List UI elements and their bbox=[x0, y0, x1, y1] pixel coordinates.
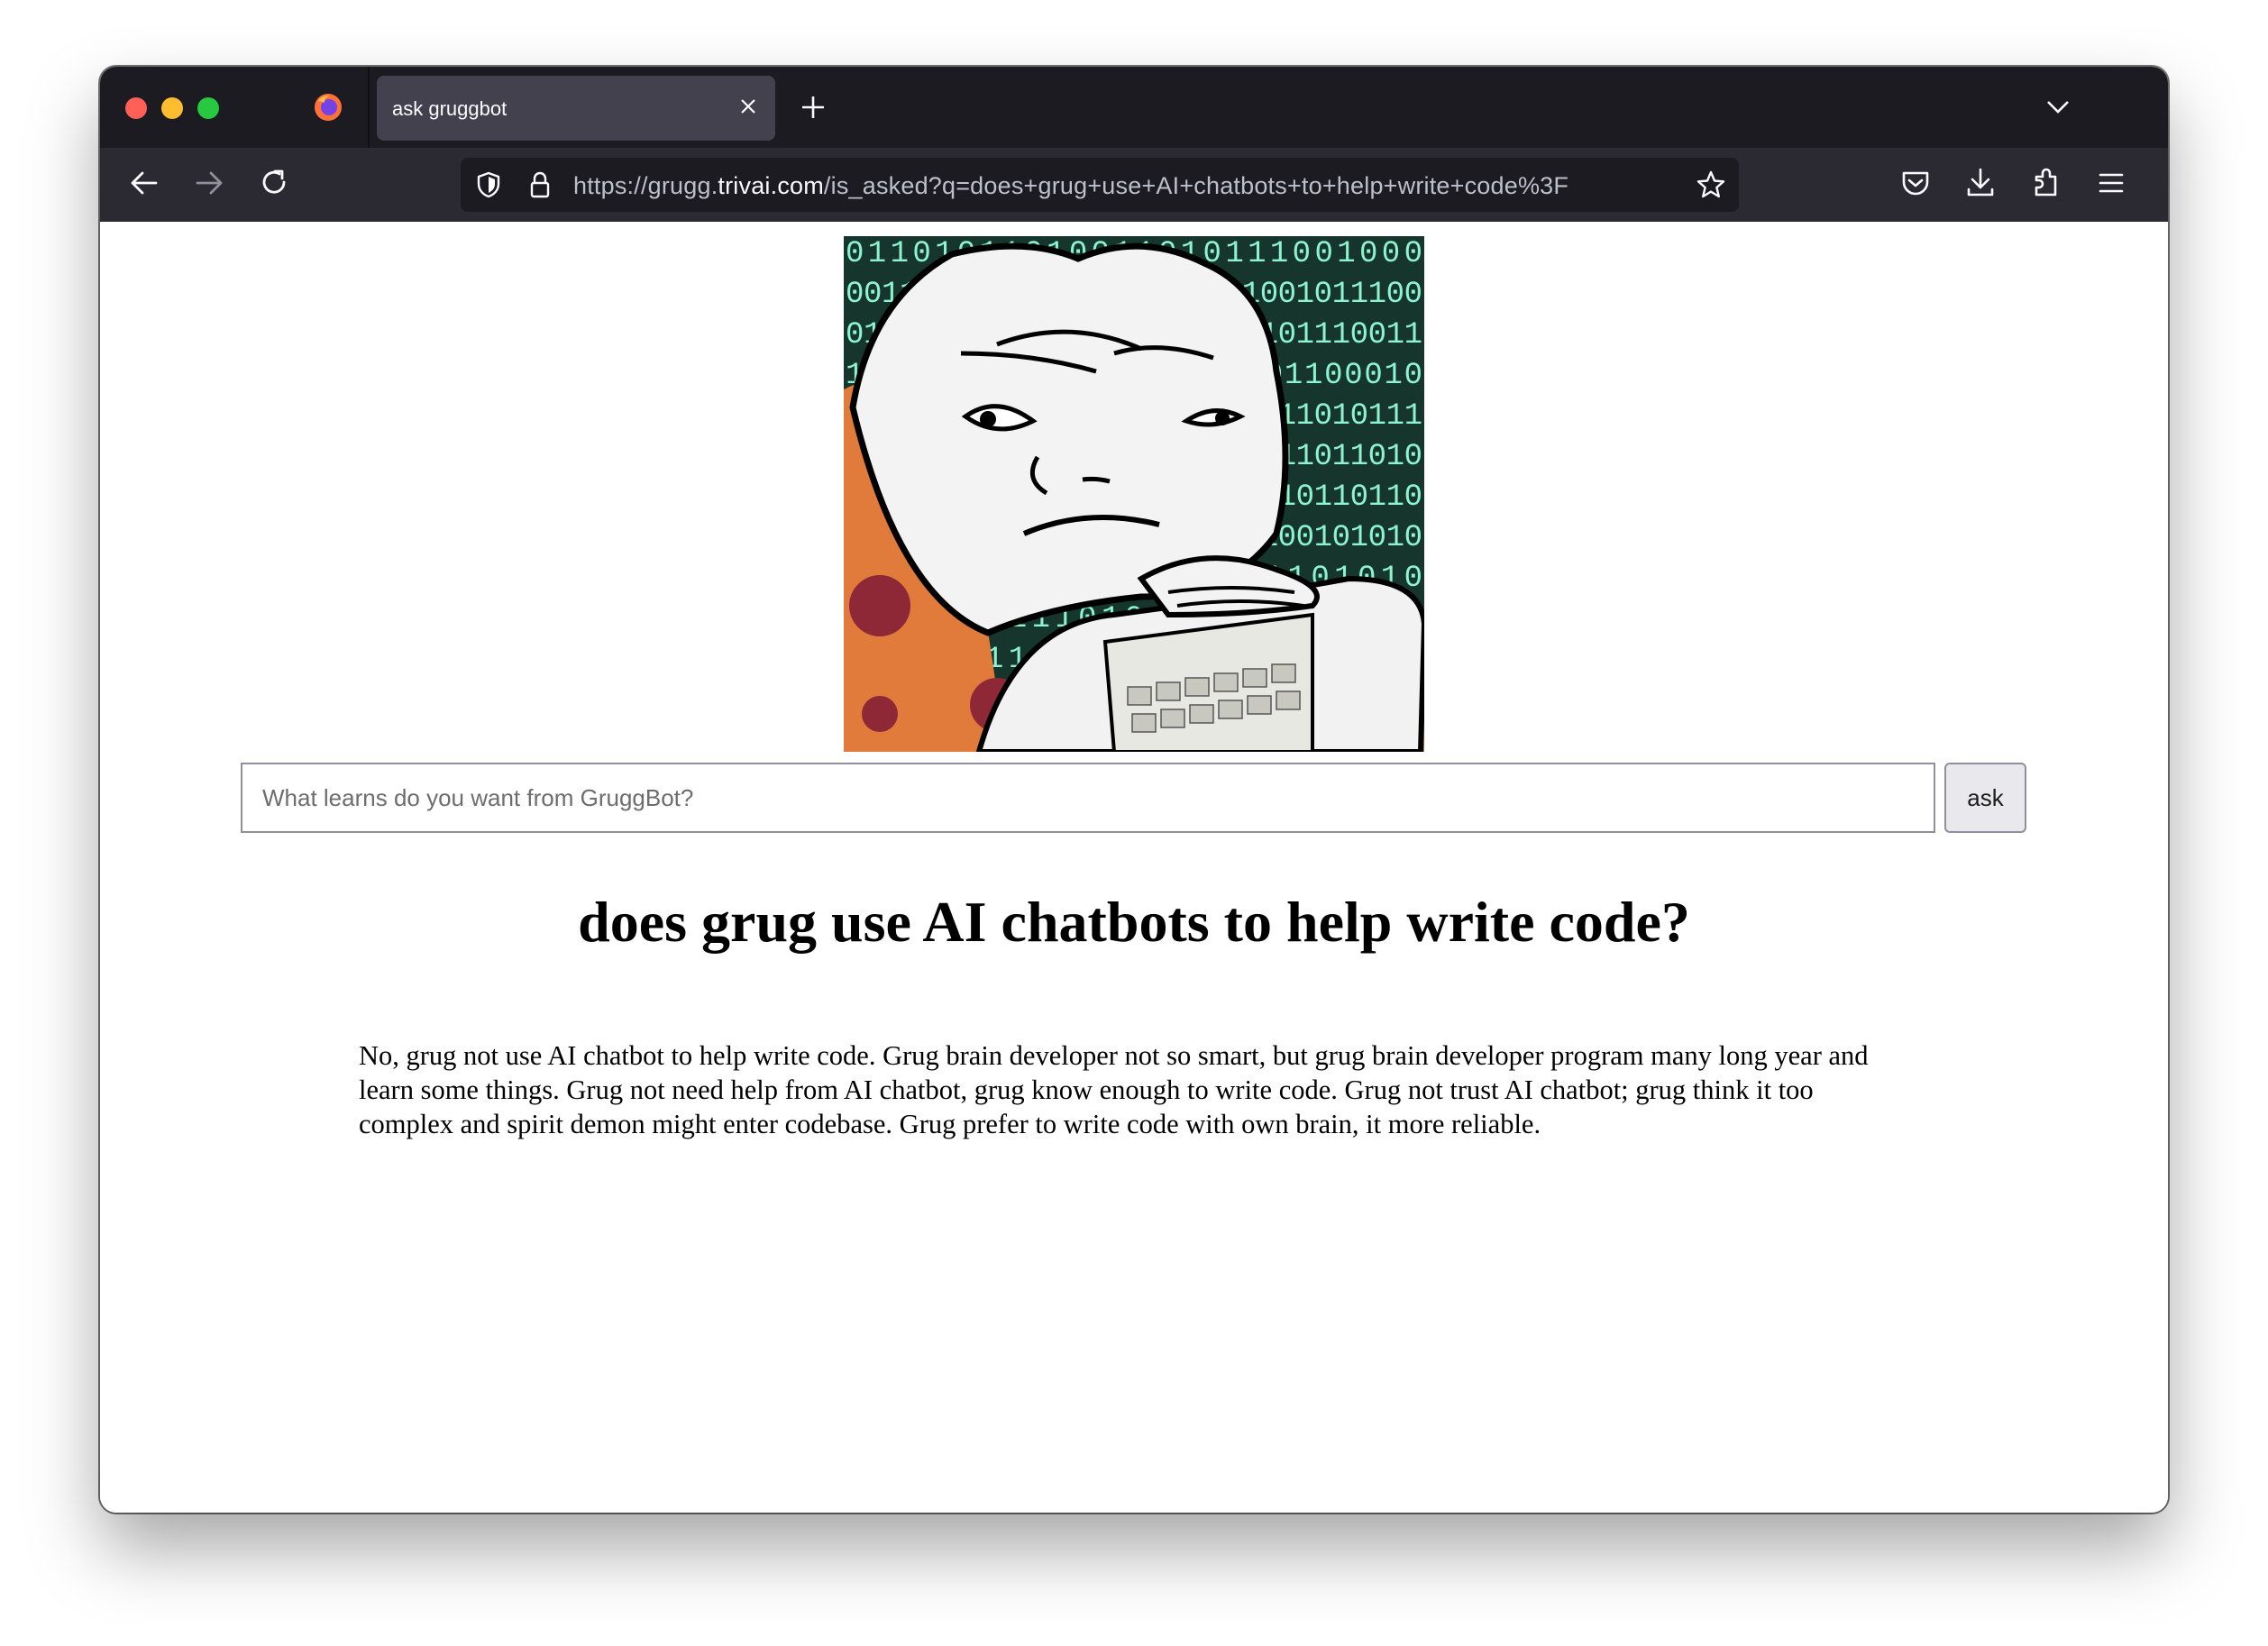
answer-text: No, grug not use AI chatbot to help writ… bbox=[359, 1040, 1869, 1139]
tab-separator bbox=[368, 67, 370, 148]
url-prefix: https://grugg. bbox=[573, 172, 718, 199]
url-path: /is_asked?q=does+grug+use+AI+chatbots+to… bbox=[823, 172, 1569, 199]
close-window-button[interactable] bbox=[125, 97, 147, 119]
new-tab-icon[interactable] bbox=[798, 92, 828, 123]
shield-icon[interactable] bbox=[472, 169, 505, 201]
star-bookmark-icon[interactable] bbox=[1694, 168, 1728, 202]
pocket-icon[interactable] bbox=[1895, 162, 1936, 204]
question-heading: does grug use AI chatbots to help write … bbox=[578, 890, 1690, 954]
url-text[interactable]: https://grugg.trivai.com/is_asked?q=does… bbox=[573, 172, 1568, 200]
tab-bar: ask gruggbot bbox=[100, 67, 2168, 148]
forward-arrow-icon[interactable] bbox=[188, 162, 230, 204]
browser-window: ask gruggbot https://grugg.trivai.com/is… bbox=[100, 67, 2168, 1513]
reload-icon[interactable] bbox=[253, 162, 295, 204]
download-icon[interactable] bbox=[1960, 162, 2001, 204]
tab-ask-gruggbot[interactable]: ask gruggbot bbox=[377, 76, 775, 141]
question-input[interactable] bbox=[241, 763, 1935, 833]
hamburger-menu-icon[interactable] bbox=[2090, 162, 2132, 204]
back-arrow-icon[interactable] bbox=[123, 162, 165, 204]
tab-title: ask gruggbot bbox=[392, 97, 508, 120]
lock-icon[interactable] bbox=[524, 169, 556, 201]
address-bar[interactable]: https://grugg.trivai.com/is_asked?q=does… bbox=[461, 158, 1739, 212]
firefox-icon[interactable] bbox=[313, 92, 343, 123]
extensions-puzzle-icon[interactable] bbox=[2026, 162, 2067, 204]
close-tab-icon[interactable] bbox=[734, 92, 763, 121]
chevron-down-icon[interactable] bbox=[2042, 90, 2074, 123]
url-domain: trivai.com bbox=[718, 172, 824, 199]
page-content: 0110101101001101011100100000110101011001… bbox=[100, 222, 2168, 1513]
ask-button[interactable]: ask bbox=[1944, 763, 2026, 833]
grug-thinking-illustration: 0110101101001101011100100000110101011001… bbox=[844, 236, 1424, 752]
navigation-toolbar: https://grugg.trivai.com/is_asked?q=does… bbox=[100, 148, 2168, 224]
zoom-window-button[interactable] bbox=[197, 97, 219, 119]
minimize-window-button[interactable] bbox=[161, 97, 183, 119]
